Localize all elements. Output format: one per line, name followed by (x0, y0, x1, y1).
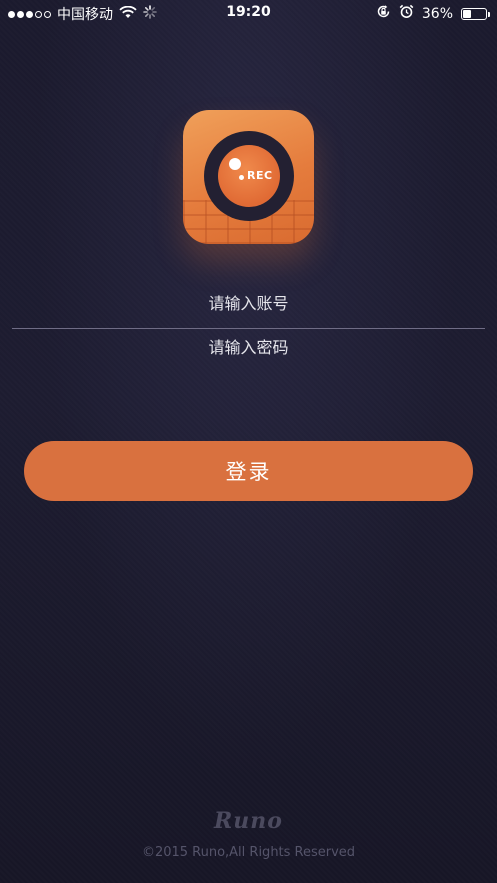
input-divider (12, 328, 485, 329)
copyright-text: ©2015 Runo,All Rights Reserved (141, 845, 356, 860)
rotation-lock-icon (376, 4, 391, 23)
lens-highlight-dot (229, 158, 241, 170)
alarm-clock-icon (399, 4, 414, 23)
password-field-wrapper (12, 338, 485, 362)
account-field-wrapper (12, 294, 485, 318)
login-button[interactable]: 登录 (24, 441, 473, 501)
status-right: 36% (376, 4, 490, 23)
recording-dot-icon (239, 175, 244, 180)
app-logo-icon: REC (183, 110, 314, 244)
status-bar: 中国移动 19:20 36% (0, 0, 497, 26)
account-input[interactable] (12, 294, 485, 313)
battery-percentage: 36% (421, 5, 453, 22)
battery-icon (461, 7, 490, 20)
rec-badge: REC (247, 169, 273, 182)
password-input[interactable] (12, 338, 485, 357)
runo-brand-logo: Runo (214, 808, 283, 834)
